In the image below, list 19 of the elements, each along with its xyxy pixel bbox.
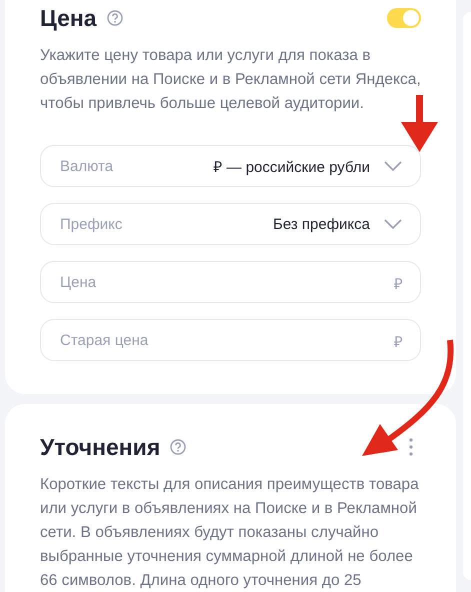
field-label: Префикс xyxy=(60,216,122,232)
field-value: ₽ — российские рубли xyxy=(213,158,370,176)
select-field[interactable]: Префикс Без префикса xyxy=(40,203,421,245)
arrow xyxy=(401,95,438,152)
help-icon[interactable] xyxy=(106,10,123,26)
description-text: Укажите цену товара или услуги для показа в объявлении на Поиске и в Рекламной сети Яндекса, чтобы привлечь больше целевой аудитории. xyxy=(40,46,421,114)
section-title: Уточнения xyxy=(40,434,160,460)
currency-sign: ₽ xyxy=(394,333,403,351)
chevron-down-icon xyxy=(384,161,402,171)
help-icon[interactable] xyxy=(170,439,186,455)
chevron-down-icon xyxy=(384,219,402,229)
field-label: Валюта xyxy=(60,158,114,174)
currency-sign: ₽ xyxy=(394,275,403,293)
description-text: Короткие тексты для описания преимуществ товара или услуги в объявлениях на Поиске и в Рекламной сети. В объявлениях будут показаны случайно выбранные уточнения суммарной длиной не более 66 символов. Длина одного уточнения до 25 xyxy=(40,475,420,591)
more-icon[interactable] xyxy=(409,438,413,456)
select-field[interactable]: Валюта ₽ — российские рубли xyxy=(40,145,421,187)
toggle-switch[interactable] xyxy=(387,8,421,28)
section-title: Цена xyxy=(40,4,97,32)
field-value: Без префикса xyxy=(272,216,370,232)
